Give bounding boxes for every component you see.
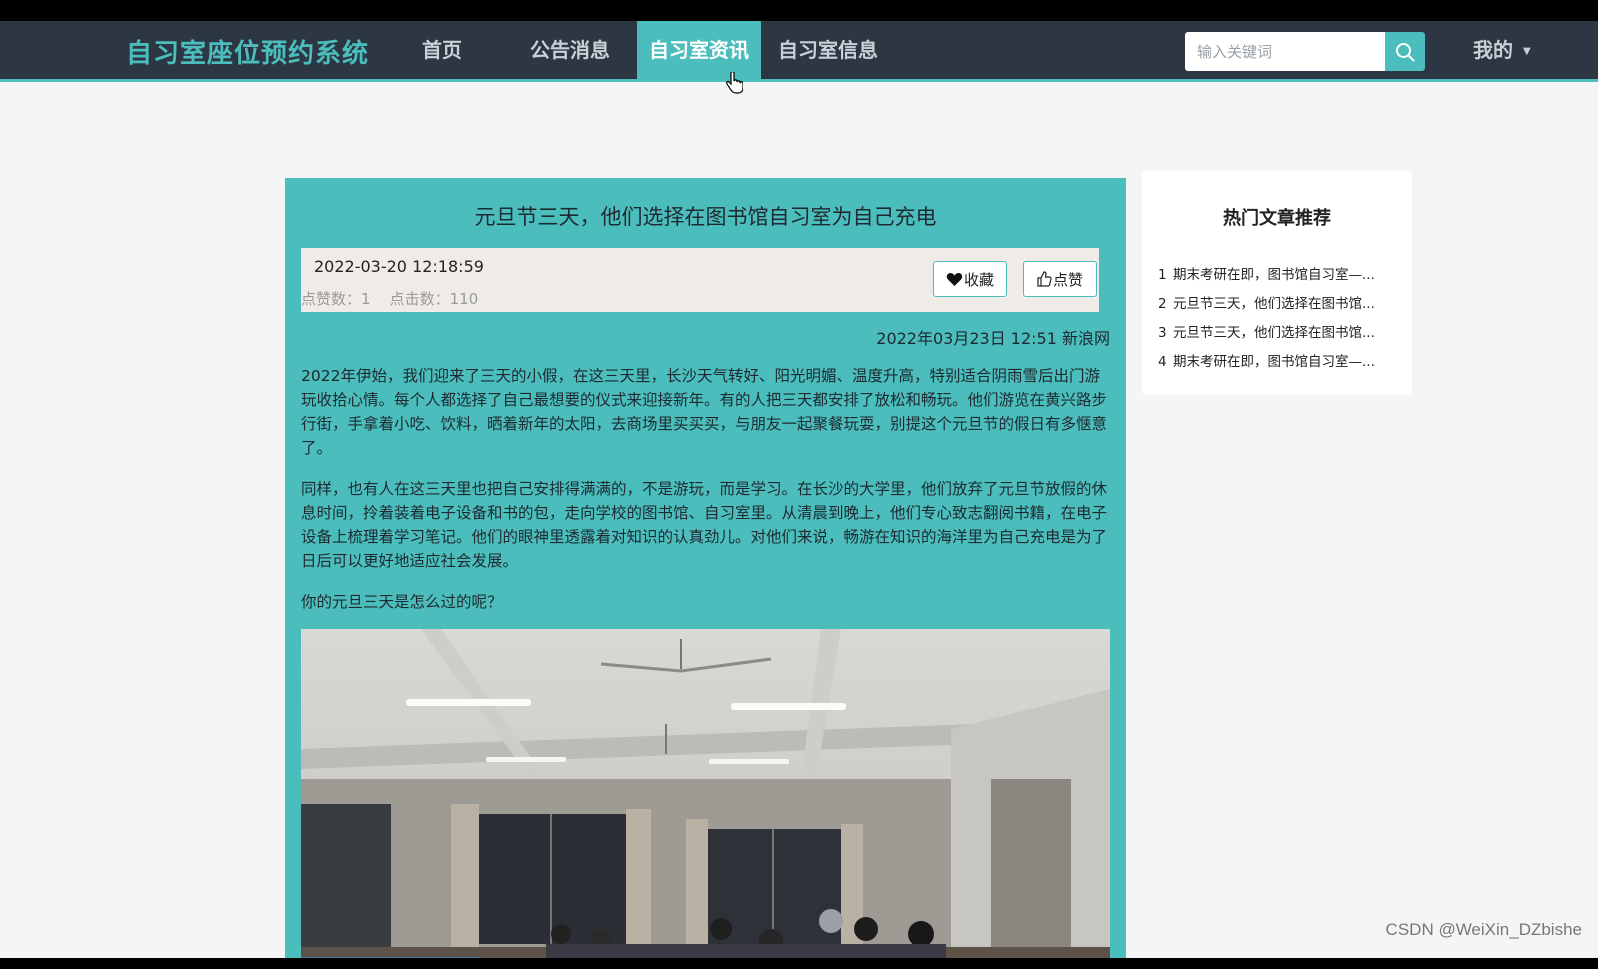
hot-article-rank: 4 <box>1158 354 1167 370</box>
hot-article-item[interactable]: 1 期末考研在即，图书馆自习室—... <box>1158 263 1375 292</box>
article-source: 2022年03月23日 12:51 新浪网 <box>876 329 1110 348</box>
search-icon <box>1396 42 1415 61</box>
article-paragraph-2: 同样，也有人在这三天里也把自己安排得满满的，不是游玩，而是学习。在长沙的大学里，… <box>301 480 1108 570</box>
nav-announcements[interactable]: 公告消息 <box>518 21 622 79</box>
favorite-label: 收藏 <box>963 270 994 289</box>
hot-article-item[interactable]: 4 期末考研在即，图书馆自习室—... <box>1158 350 1375 379</box>
user-menu[interactable]: 我的 ▼ <box>1473 21 1531 79</box>
hot-article-rank: 1 <box>1158 267 1167 283</box>
article-stats: 点赞数：1 点击数：110 <box>301 288 478 309</box>
top-navbar: 自习室座位预约系统 首页 公告消息 自习室资讯 自习室信息 我的 ▼ <box>0 21 1598 94</box>
thumbs-up-icon <box>1037 271 1052 287</box>
caret-down-icon: ▼ <box>1523 45 1531 57</box>
nav-home[interactable]: 首页 <box>410 21 474 79</box>
hot-article-title: 期末考研在即，图书馆自习室—... <box>1173 354 1375 370</box>
click-count: 点击数：110 <box>389 290 479 308</box>
hot-article-title: 元旦节三天，他们选择在图书馆... <box>1173 296 1375 312</box>
heart-icon <box>946 272 963 286</box>
nav-study-room-info[interactable]: 自习室信息 <box>766 21 890 79</box>
article-paragraph-3: 你的元旦三天是怎么过的呢？ <box>301 593 503 611</box>
nav-study-room-news[interactable]: 自习室资讯 <box>637 21 761 79</box>
hot-article-item[interactable]: 2 元旦节三天，他们选择在图书馆... <box>1158 292 1375 321</box>
article-date: 2022-03-20 12:18:59 <box>314 257 484 276</box>
article-card: 元旦节三天，他们选择在图书馆自习室为自己充电 2022-03-20 12:18:… <box>285 178 1126 958</box>
like-button[interactable]: 点赞 <box>1023 261 1097 297</box>
hot-articles-title: 热门文章推荐 <box>1223 208 1331 229</box>
site-brand[interactable]: 自习室座位预约系统 <box>126 33 369 70</box>
hot-article-item[interactable]: 3 元旦节三天，他们选择在图书馆... <box>1158 321 1375 350</box>
csdn-watermark: CSDN @WeiXin_DZbishe <box>1385 920 1582 939</box>
hot-article-title: 期末考研在即，图书馆自习室—... <box>1173 267 1375 283</box>
hot-article-title: 元旦节三天，他们选择在图书馆... <box>1173 325 1375 341</box>
hot-articles-list: 1 期末考研在即，图书馆自习室—... 2 元旦节三天，他们选择在图书馆... 3元… <box>1158 263 1375 379</box>
mouse-pointer-icon <box>726 72 743 94</box>
article-meta-bar: 2022-03-20 12:18:59 点赞数：1 点击数：110 收藏 点赞 <box>301 248 1099 312</box>
study-room-photo <box>301 629 1110 958</box>
article-title: 元旦节三天，他们选择在图书馆自习室为自己充电 <box>474 205 937 229</box>
browser-viewport: 自习室座位预约系统 首页 公告消息 自习室资讯 自习室信息 我的 ▼ 元旦节三天，… <box>0 21 1598 958</box>
hot-article-rank: 2 <box>1158 296 1167 312</box>
search-input[interactable] <box>1185 32 1385 71</box>
hot-article-rank: 3 <box>1158 325 1167 341</box>
search-button[interactable] <box>1385 32 1425 71</box>
like-count: 点赞数：1 <box>301 290 371 308</box>
like-label: 点赞 <box>1052 270 1083 289</box>
hot-articles-panel: 热门文章推荐 1 期末考研在即，图书馆自习室—... 2 元旦节三天，他们选择在图书… <box>1142 171 1412 395</box>
article-paragraph-1: 2022年伊始，我们迎来了三天的小假，在这三天里，长沙天气转好、阳光明媚、温度升… <box>301 367 1108 457</box>
user-menu-label: 我的 <box>1473 38 1513 62</box>
article-photo <box>301 629 1110 958</box>
favorite-button[interactable]: 收藏 <box>933 261 1007 297</box>
